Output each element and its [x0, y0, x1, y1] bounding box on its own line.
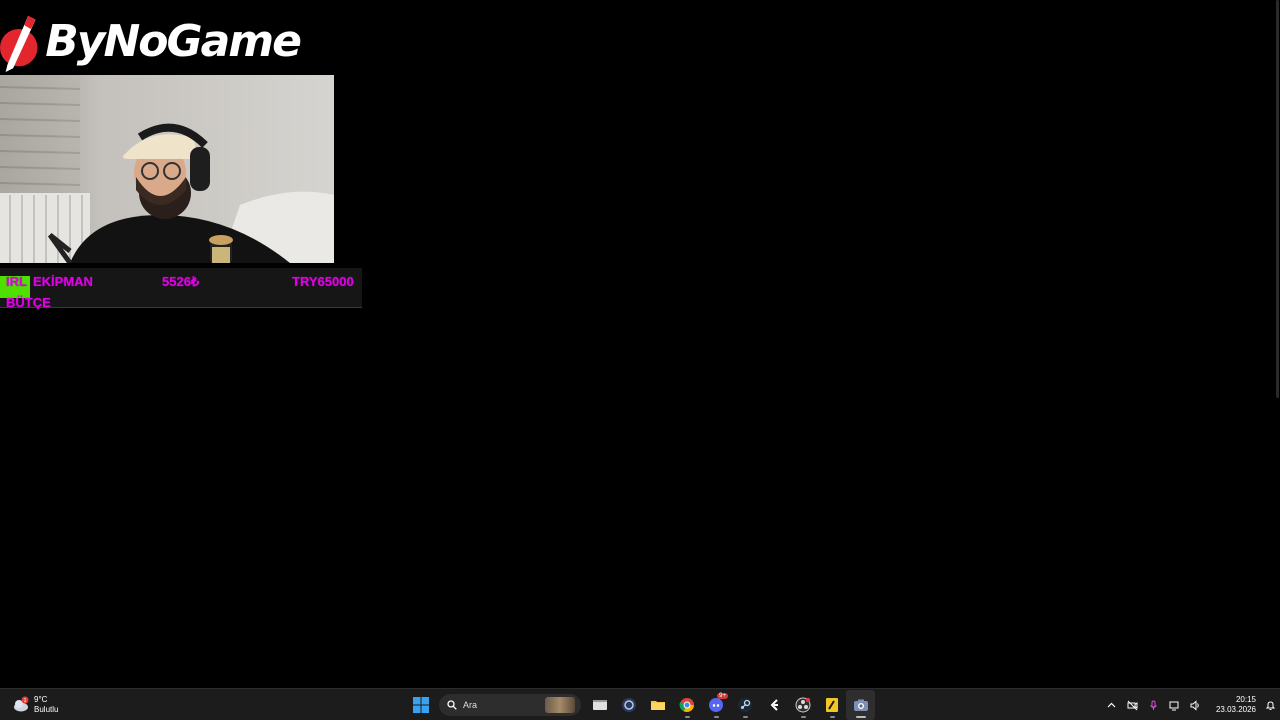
- running-indicator: [742, 716, 748, 718]
- bell-icon: [1265, 700, 1275, 710]
- app-settings-icon: [621, 698, 636, 712]
- running-indicator: [855, 716, 866, 718]
- taskbar-file-explorer[interactable]: [643, 690, 672, 720]
- clock-date: 23.03.2026: [1215, 705, 1256, 714]
- tray-volume[interactable]: [1185, 689, 1206, 720]
- ticker-irl-label: IRL: [6, 274, 27, 289]
- task-view-icon: [592, 700, 607, 710]
- bynogame-logo: ByNoGame: [0, 10, 302, 76]
- volume-icon: [1190, 699, 1199, 711]
- ticker-amount: 5526₺: [162, 274, 200, 289]
- bynogame-logo-icon: [0, 15, 38, 73]
- taskbar-apps: Ara 9+: [406, 690, 875, 720]
- clock-time: 20:15: [1235, 695, 1256, 704]
- running-indicator: [684, 716, 690, 718]
- taskbar-app-obs-alt[interactable]: [614, 690, 643, 720]
- steam-icon: [737, 698, 752, 712]
- start-button[interactable]: [406, 690, 435, 720]
- search-highlight-image: [545, 697, 575, 713]
- taskbar-app-g[interactable]: [759, 690, 788, 720]
- camera-off-icon: [1127, 700, 1138, 710]
- file-explorer-icon: [650, 701, 665, 710]
- tray-camera-off[interactable]: [1122, 689, 1143, 720]
- g-hub-icon: [770, 699, 778, 711]
- running-indicator: [713, 716, 719, 718]
- scrollbar[interactable]: [1276, 0, 1279, 398]
- chrome-icon: [679, 698, 694, 712]
- tray-microphone[interactable]: [1143, 689, 1164, 720]
- taskbar-search[interactable]: Ara: [439, 694, 581, 716]
- tray-network[interactable]: [1164, 689, 1185, 720]
- budget-ticker: IRL EKİPMAN 5526₺ TRY65000 BÜTÇE: [0, 268, 362, 310]
- ticker-budget-label: BÜTÇE: [6, 295, 51, 310]
- discord-badge: 9+: [717, 693, 728, 699]
- taskbar-steam[interactable]: [730, 690, 759, 720]
- camera-icon: [853, 699, 868, 711]
- tray-overflow-button[interactable]: [1101, 689, 1122, 720]
- discord-icon: [708, 698, 723, 712]
- logo-text: ByNoGame: [45, 15, 302, 67]
- notification-center-button[interactable]: [1260, 689, 1280, 720]
- task-view-button[interactable]: [585, 690, 614, 720]
- taskbar-obs[interactable]: [788, 690, 817, 720]
- search-icon: [447, 700, 457, 710]
- chevron-up-icon: [1107, 702, 1116, 707]
- ticker-equipment-label: EKİPMAN: [33, 274, 93, 289]
- taskbar-app-yellow[interactable]: [817, 690, 846, 720]
- obs-icon: [795, 697, 810, 713]
- weather-icon: 1: [12, 696, 30, 714]
- weather-condition: Bulutlu: [34, 705, 59, 714]
- taskbar-discord[interactable]: 9+: [701, 690, 730, 720]
- taskbar-clock[interactable]: 20:15 23.03.2026: [1210, 695, 1256, 715]
- weather-widget[interactable]: 1 9°C Bulutlu: [12, 692, 58, 718]
- network-icon: [1169, 701, 1179, 710]
- running-indicator: [829, 716, 835, 718]
- microphone-icon: [1150, 700, 1157, 710]
- system-tray: 20:15 23.03.2026: [1101, 689, 1280, 720]
- webcam-feed: [0, 75, 334, 263]
- taskbar: 1 9°C Bulutlu Ara 9+ 20:15 23.03.2026: [0, 688, 1280, 720]
- weather-alert-count: 1: [24, 698, 27, 704]
- taskbar-camera[interactable]: [846, 690, 875, 720]
- ticker-target: TRY65000: [292, 274, 354, 289]
- search-placeholder: Ara: [463, 700, 478, 710]
- windows-start-icon: [412, 697, 429, 713]
- weather-temp: 9°C: [34, 695, 48, 704]
- taskbar-chrome[interactable]: [672, 690, 701, 720]
- running-indicator: [800, 716, 806, 718]
- webcam-image: [0, 75, 334, 263]
- app-yellow-icon: [825, 698, 838, 712]
